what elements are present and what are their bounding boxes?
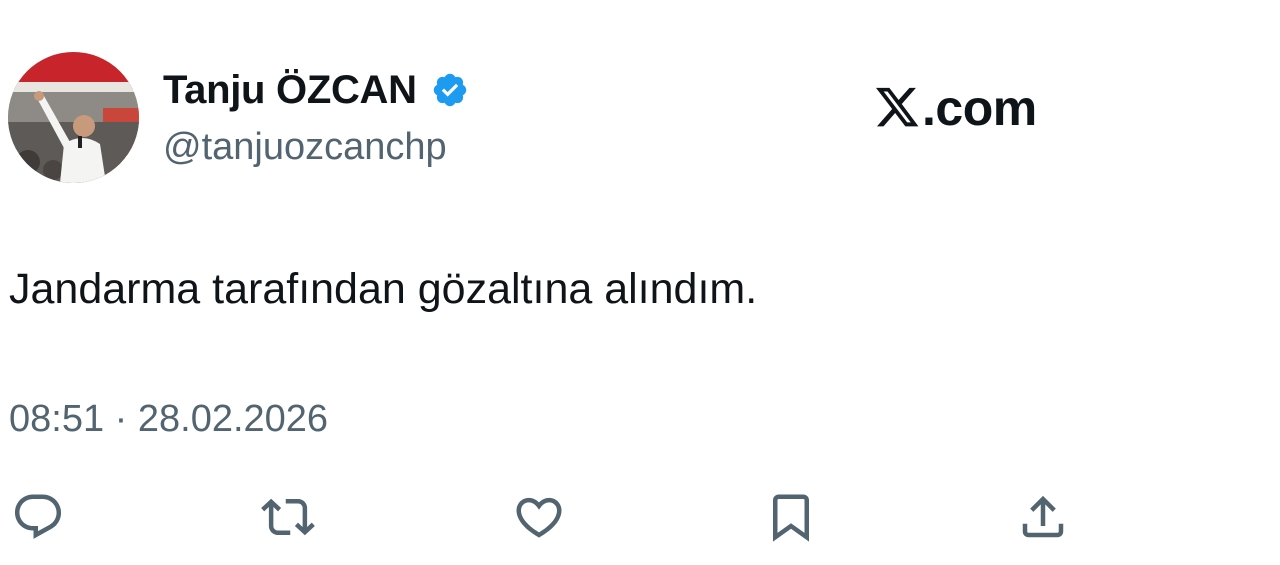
avatar[interactable] <box>8 52 139 183</box>
retweet-icon <box>261 498 315 536</box>
bookmark-button[interactable] <box>764 490 818 544</box>
x-logo-icon <box>876 87 920 129</box>
brand-watermark: .com <box>876 80 1037 136</box>
brand-text: .com <box>922 80 1037 136</box>
tweet-text: Jandarma tarafından gözaltına alındım. <box>9 265 758 313</box>
author-handle[interactable]: @tanjuozcanchp <box>163 124 447 170</box>
share-icon <box>1022 495 1064 538</box>
author-name[interactable]: Tanju ÖZCAN <box>163 66 469 114</box>
share-button[interactable] <box>1016 490 1070 544</box>
heart-icon <box>516 497 562 538</box>
like-button[interactable] <box>512 490 566 544</box>
retweet-button[interactable] <box>261 490 315 544</box>
tweet-timestamp[interactable]: 08:51 · 28.02.2026 <box>9 396 328 442</box>
author-display-name[interactable]: Tanju ÖZCAN <box>163 66 417 114</box>
reply-button[interactable] <box>11 490 65 544</box>
bookmark-icon <box>773 494 809 542</box>
reply-icon <box>14 494 62 539</box>
avatar-photo <box>8 52 139 183</box>
verified-badge-icon[interactable] <box>431 71 469 109</box>
